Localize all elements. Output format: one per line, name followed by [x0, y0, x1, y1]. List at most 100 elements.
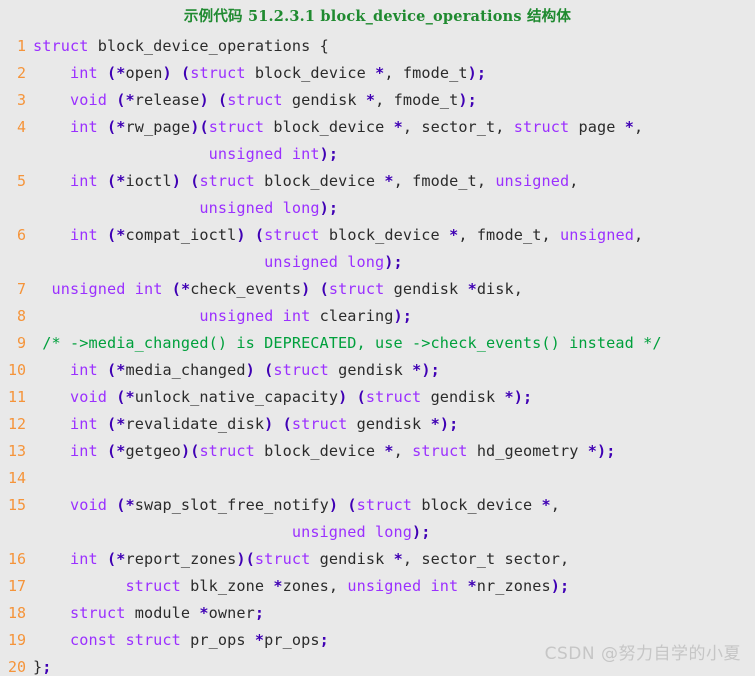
line-number: 6 — [16, 226, 26, 244]
code-line: 6 int (*compat_ioctl) (struct block_devi… — [0, 222, 755, 249]
code-punctuation: ) — [597, 442, 607, 460]
line-number: 2 — [16, 64, 26, 82]
code-keyword: int — [69, 415, 98, 433]
line-source: struct blk_zone *zones, unsigned int *nr… — [125, 577, 570, 595]
line-number: 10 — [7, 361, 26, 379]
code-type: pr_ops — [264, 631, 320, 649]
code-punctuation: ( — [347, 496, 357, 514]
code-punctuation: ( — [106, 64, 117, 82]
code-type: pr_ops — [190, 631, 246, 649]
code-keyword: unsigned — [199, 307, 274, 325]
line-source: int (*revalidate_disk) (struct gendisk *… — [33, 411, 755, 438]
code-keyword: struct — [356, 496, 413, 514]
code-keyword: struct — [365, 388, 422, 406]
code-punctuation: ) — [550, 577, 560, 595]
code-punctuation: ( — [282, 415, 292, 433]
code-identifier: nr_zones — [476, 577, 551, 595]
code-punctuation: ) — [319, 199, 329, 217]
line-number: 15 — [7, 496, 26, 514]
line-source: unsigned int); — [33, 141, 755, 168]
code-punctuation: ( — [356, 388, 366, 406]
code-keyword: struct — [264, 226, 320, 244]
code-keyword: struct — [208, 118, 265, 136]
line-source: struct module *owner; — [33, 600, 755, 627]
code-punctuation: ( — [171, 280, 181, 298]
code-punctuation: ; — [559, 577, 570, 595]
line-number: 20 — [7, 658, 26, 676]
line-source: unsigned long); — [33, 249, 755, 276]
code-line: 3 void (*release) (struct gendisk *, fmo… — [0, 87, 755, 114]
code-punctuation: * — [384, 442, 394, 460]
line-source: unsigned long); — [33, 195, 755, 222]
code-type: block_device — [264, 442, 376, 460]
code-keyword: int — [69, 226, 98, 244]
line-source: int (*open) (struct block_device *, fmod… — [69, 64, 487, 82]
line-source: /* ->media_changed() is DEPRECATED, use … — [33, 330, 755, 357]
code-identifier: swap_slot_free_notify — [134, 496, 329, 514]
code-punctuation: * — [125, 91, 135, 109]
code-punctuation: * — [375, 64, 385, 82]
code-punctuation: ) — [513, 388, 524, 406]
code-identifier: ioctl — [125, 172, 172, 190]
line-source: unsigned int (*check_events) (struct gen… — [51, 280, 524, 298]
code-keyword: unsigned — [51, 280, 126, 298]
code-type: module — [134, 604, 191, 622]
figure-title: 示例代码 51.2.3.1 block_device_operations 结构… — [183, 8, 572, 25]
code-punctuation: ) — [338, 388, 348, 406]
code-type: gendisk — [393, 280, 459, 298]
code-identifier: unlock_native_capacity — [134, 388, 339, 406]
code-keyword: unsigned — [208, 145, 283, 163]
line-source: void (*unlock_native_capacity) (struct g… — [33, 384, 755, 411]
code-keyword: struct — [227, 91, 283, 109]
code-type: fmode_t — [412, 172, 477, 190]
code-keyword: void — [69, 496, 107, 514]
code-type: sector_t — [421, 550, 496, 568]
code-punctuation: ; — [449, 415, 459, 433]
code-punctuation: ) — [245, 361, 255, 379]
code-punctuation: ( — [106, 442, 117, 460]
code-snippet-figure: 示例代码 51.2.3.1 block_device_operations 结构… — [0, 0, 755, 676]
code-punctuation: ) — [458, 91, 468, 109]
code-punctuation: ) — [236, 226, 246, 244]
code-keyword: int — [69, 64, 98, 82]
csdn-watermark: CSDN @努力自学的小夏 — [544, 644, 741, 664]
code-keyword: long — [375, 523, 413, 541]
code-line: 9 /* ->media_changed() is DEPRECATED, us… — [0, 330, 755, 357]
code-keyword: int — [282, 307, 311, 325]
code-type: gendisk — [338, 361, 403, 379]
line-number: 8 — [16, 307, 26, 325]
code-punctuation: ( — [106, 226, 117, 244]
code-keyword: struct — [291, 415, 348, 433]
code-keyword: struct — [273, 361, 329, 379]
line-number: 11 — [7, 388, 26, 406]
code-keyword: struct — [199, 442, 255, 460]
code-punctuation: * — [624, 118, 634, 136]
code-keyword: long — [282, 199, 320, 217]
code-line: 12 int (*revalidate_disk) (struct gendis… — [0, 411, 755, 438]
code-type: block_device — [328, 226, 440, 244]
code-punctuation: ) — [439, 415, 450, 433]
code-keyword: unsigned — [264, 253, 339, 271]
code-keyword: void — [69, 91, 107, 109]
code-identifier: disk — [476, 280, 514, 298]
code-punctuation: ) — [393, 307, 403, 325]
code-line: 14 — [0, 465, 755, 492]
line-number: 12 — [7, 415, 26, 433]
code-punctuation: ( — [106, 415, 117, 433]
code-keyword: int — [430, 577, 459, 595]
code-line: 8 unsigned int clearing); — [0, 303, 755, 330]
code-keyword: struct — [125, 577, 181, 595]
code-punctuation: ; — [606, 442, 616, 460]
code-punctuation: * — [199, 604, 209, 622]
code-keyword: int — [134, 280, 163, 298]
line-number: 17 — [7, 577, 26, 595]
line-number: 1 — [16, 37, 26, 55]
line-source: int (*getgeo)(struct block_device *, str… — [69, 442, 616, 460]
code-line: 4 int (*rw_page)(struct block_device *, … — [0, 114, 755, 141]
code-punctuation: ; — [421, 523, 431, 541]
code-identifier: getgeo — [125, 442, 181, 460]
code-punctuation: * — [467, 577, 477, 595]
code-punctuation: ) — [264, 415, 274, 433]
code-punctuation: ( — [106, 118, 117, 136]
code-type: block_device — [254, 64, 366, 82]
